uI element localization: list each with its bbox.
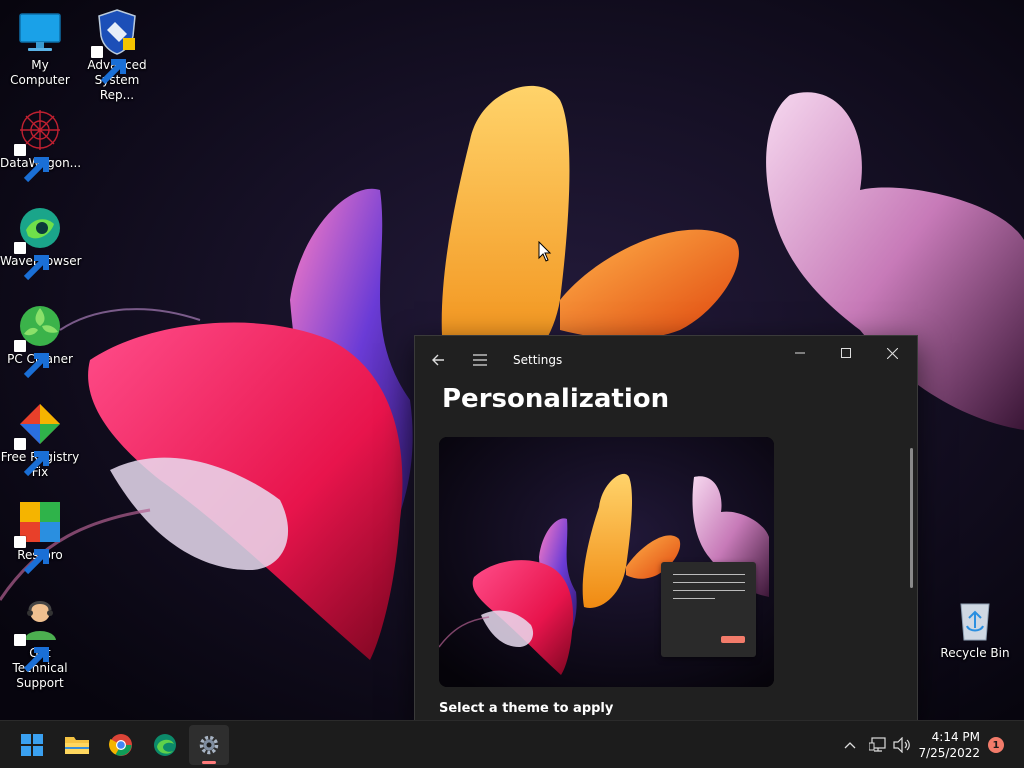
desktop-icon-datawagon[interactable]: DataWagon... — [0, 106, 81, 183]
notification-badge[interactable]: 1 — [988, 737, 1004, 753]
shortcut-arrow-icon — [14, 242, 49, 281]
volume-button[interactable] — [890, 721, 914, 768]
shortcut-arrow-icon — [14, 144, 49, 183]
datawagon-icon — [14, 106, 64, 183]
registry-fix-icon — [14, 400, 64, 477]
clock-time: 4:14 PM — [931, 730, 980, 744]
minimize-icon — [795, 352, 805, 354]
support-agent-icon — [14, 596, 64, 673]
desktop-icon-label: My Computer — [10, 58, 70, 87]
select-theme-label: Select a theme to apply — [439, 701, 614, 716]
desktop-icon-wavebrowser[interactable]: WaveBrowser — [0, 204, 82, 281]
desktop-icon-restoro[interactable]: Restoro — [0, 498, 80, 575]
back-arrow-icon — [432, 354, 444, 366]
maximize-icon — [841, 348, 851, 358]
theme-preview-image — [439, 437, 774, 687]
desktop-icon-recycle-bin[interactable]: Recycle Bin — [935, 596, 1015, 661]
wavebrowser-icon — [14, 204, 64, 281]
shortcut-arrow-icon — [14, 536, 49, 575]
scrollbar-thumb[interactable] — [910, 448, 913, 588]
taskbar-clock[interactable]: 4:14 PM 7/25/2022 — [918, 729, 980, 761]
desktop-icon-advanced-system-repair[interactable]: Advanced System Rep... — [77, 8, 157, 103]
title-bar: Settings — [415, 336, 917, 384]
taskbar: 4:14 PM 7/25/2022 1 — [0, 720, 1024, 768]
taskbar-file-explorer[interactable] — [57, 725, 97, 765]
mouse-cursor-icon — [538, 241, 552, 262]
windows-start-icon — [21, 734, 43, 756]
shortcut-arrow-icon — [14, 634, 49, 673]
taskbar-chrome[interactable] — [101, 725, 141, 765]
desktop-icon-free-registry-fix[interactable]: Free Registry Fix — [0, 400, 80, 480]
taskbar-edge[interactable] — [145, 725, 185, 765]
shortcut-arrow-icon — [14, 438, 49, 477]
clock-date: 7/25/2022 — [918, 746, 980, 760]
desktop-icon-pc-cleaner[interactable]: PC Cleaner — [0, 302, 80, 379]
taskbar-settings[interactable] — [189, 725, 229, 765]
desktop-icon-my-computer[interactable]: My Computer — [0, 8, 80, 88]
monitor-icon — [16, 8, 64, 56]
pc-cleaner-icon — [14, 302, 64, 379]
chevron-up-icon — [844, 742, 856, 749]
shortcut-arrow-icon — [14, 340, 49, 379]
desktop-icon-get-technical-support[interactable]: Get Technical Support — [0, 596, 80, 691]
folder-icon — [65, 737, 89, 754]
shortcut-arrow-icon — [91, 46, 126, 85]
show-hidden-icons-button[interactable] — [838, 721, 862, 768]
start-button[interactable] — [12, 725, 52, 765]
hamburger-menu-icon — [473, 354, 487, 366]
close-icon — [886, 347, 898, 359]
settings-window: Settings Personalization Select a theme … — [414, 335, 918, 721]
close-button[interactable] — [869, 336, 915, 370]
desktop-icon-label: Recycle Bin — [940, 646, 1010, 660]
window-title: Settings — [513, 353, 563, 367]
maximize-button[interactable] — [823, 336, 869, 370]
speaker-icon — [893, 737, 910, 753]
minimize-button[interactable] — [777, 336, 823, 370]
shield-icon — [91, 8, 141, 85]
active-app-indicator — [202, 761, 216, 764]
restoro-icon — [14, 498, 64, 575]
settings-gear-icon — [199, 735, 219, 755]
page-title: Personalization — [442, 384, 670, 414]
network-button[interactable] — [866, 721, 890, 768]
preview-mini-window — [661, 562, 756, 657]
network-icon — [869, 737, 886, 752]
navigation-menu-button[interactable] — [463, 343, 497, 377]
edge-icon — [154, 734, 176, 756]
chrome-icon — [109, 734, 132, 756]
recycle-bin-icon — [951, 596, 999, 644]
back-button[interactable] — [421, 343, 455, 377]
